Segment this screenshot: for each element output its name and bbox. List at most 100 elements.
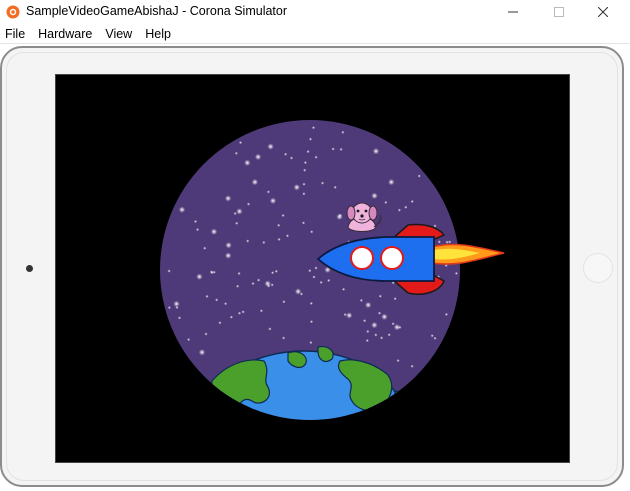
star [314,155,318,159]
star [310,230,314,234]
star [397,208,401,212]
menu-view[interactable]: View [100,27,138,41]
star [306,150,310,154]
star [311,126,316,130]
star [173,300,180,308]
star [302,192,306,196]
star [277,237,281,241]
star [266,190,270,194]
star [241,310,245,314]
game-scene [160,120,505,420]
star [233,211,237,216]
menu-file[interactable]: File [0,27,31,41]
home-button[interactable] [583,253,613,283]
close-icon [598,7,608,17]
star [359,298,363,302]
star [251,178,259,186]
star [430,334,434,338]
game-screen[interactable] [55,74,570,463]
star [327,278,331,283]
star [346,312,353,319]
star [303,161,307,165]
star [410,199,414,204]
maximize-icon [554,7,564,17]
star [237,271,241,276]
star [281,213,285,218]
star [365,339,369,343]
star [269,197,277,204]
minimize-button[interactable] [490,0,536,24]
star [238,141,243,145]
star [267,284,271,288]
window-title: SampleVideoGameAbishaJ - Corona Simulato… [26,4,288,18]
star [285,234,290,238]
star [215,298,219,302]
star [308,269,312,273]
close-button[interactable] [580,0,626,24]
star [225,252,232,259]
menu-hardware[interactable]: Hardware [33,27,98,41]
star [236,284,240,288]
star [320,181,325,185]
star [454,271,458,275]
star [271,271,275,275]
star [371,192,378,199]
star [391,322,395,326]
star [262,240,266,245]
star [251,282,255,286]
star [198,349,206,356]
star [333,185,337,189]
star [393,324,401,331]
star [167,269,171,273]
star [224,195,232,202]
star [393,297,397,301]
star [314,266,318,270]
star [371,321,378,329]
maximize-button[interactable] [536,0,582,24]
rocket-window [380,246,404,270]
star [338,213,342,217]
star [380,336,384,340]
star [225,242,232,249]
star [404,205,408,209]
simulator-stage [0,44,630,491]
star [236,208,243,215]
star [366,329,370,334]
star [309,320,314,324]
star [257,278,261,282]
star [218,321,222,325]
menu-help[interactable]: Help [140,27,177,41]
star [246,239,250,243]
star [246,202,251,206]
star [342,287,346,291]
star [282,336,286,340]
star [301,221,306,225]
star [331,147,335,151]
star [196,273,203,280]
tablet-frame [0,46,624,487]
corona-simulator-icon [6,5,20,19]
star [308,137,313,141]
star [234,151,238,155]
star [209,270,214,274]
minimize-icon [508,11,518,13]
star [178,206,186,213]
rocket-window [350,246,374,270]
star [363,319,367,323]
star [374,333,378,337]
star [433,336,437,340]
star [224,302,228,306]
dog-character [346,202,382,232]
star [293,184,300,191]
star [312,275,316,279]
title-bar: SampleVideoGameAbishaJ - Corona Simulato… [0,0,630,24]
star [277,223,281,227]
star [303,168,307,172]
star [289,156,294,160]
star [282,300,286,304]
star [267,143,274,150]
star [445,240,449,244]
star [396,359,400,363]
camera-icon [26,265,33,272]
star [319,280,323,284]
